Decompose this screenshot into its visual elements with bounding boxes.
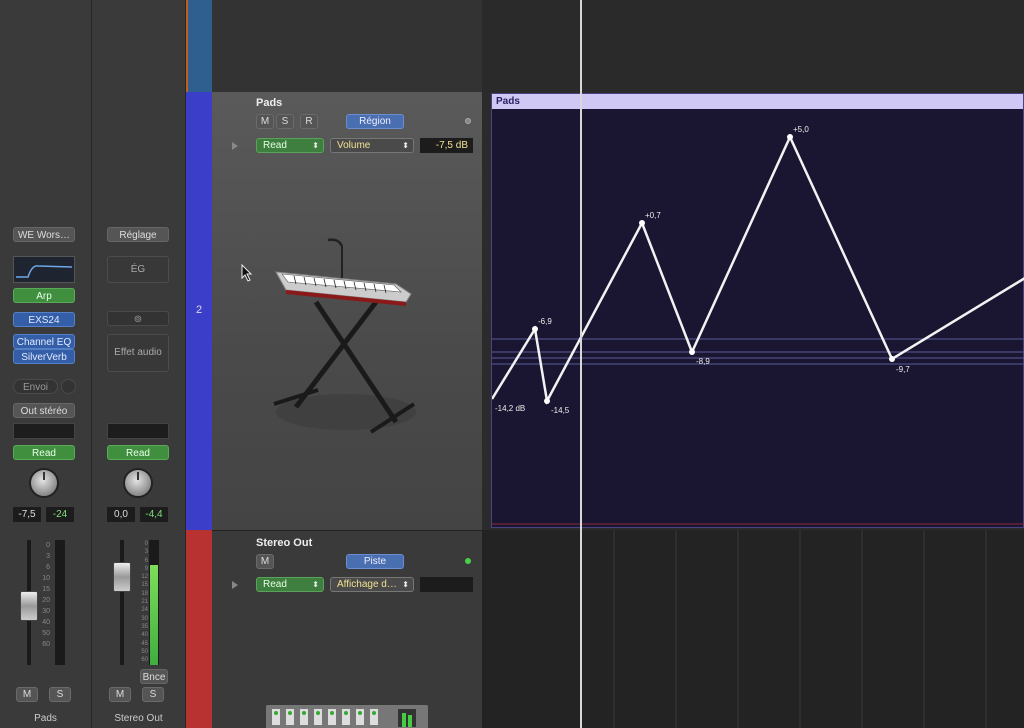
automation-label: -8,9	[696, 357, 710, 366]
automation-label: -9,7	[896, 365, 910, 374]
updown-arrow-icon: ⬍	[312, 580, 319, 589]
automation-node[interactable]	[787, 134, 793, 140]
track-header-stereo-out[interactable]: Stereo Out M Piste Read ⬍ Affichage d… ⬍	[212, 530, 482, 728]
level-meter-fill	[150, 565, 158, 665]
automation-label: -14,5	[551, 406, 570, 415]
strip-name: Stereo Out	[114, 713, 163, 724]
automation-node[interactable]	[639, 220, 645, 226]
automation-node[interactable]	[544, 398, 550, 404]
updown-arrow-icon: ⬍	[402, 580, 409, 589]
region-button[interactable]: Région	[346, 114, 404, 129]
pan-knob[interactable]	[29, 468, 59, 498]
automation-curve	[492, 133, 1024, 405]
eq-curve-icon	[16, 265, 73, 278]
fader-scale: 0 3 6 9 12 15 18 21 24 30 35 40 45 50 60	[141, 541, 148, 664]
channel-strip-stereo-out: Réglage ÉG ⊚ Effet audio Read 0,0 -4,4 0…	[92, 0, 186, 728]
automation-value[interactable]: -7,5 dB	[420, 138, 473, 153]
pan-knob[interactable]	[123, 468, 153, 498]
updown-arrow-icon: ⬍	[402, 141, 409, 150]
freeze-icon[interactable]	[465, 118, 471, 124]
disclosure-triangle-icon[interactable]	[232, 142, 238, 150]
track-button[interactable]: Piste	[346, 554, 404, 569]
peak-value: -4,4	[140, 507, 168, 522]
send-knob-icon[interactable]	[61, 379, 76, 394]
eq-slot[interactable]: ÉG	[107, 256, 169, 283]
level-meter	[149, 540, 159, 665]
eq-thumbnail[interactable]	[13, 256, 75, 283]
automation-parameter-menu[interactable]: Affichage d… ⬍	[330, 577, 414, 592]
volume-value: 0,0	[107, 507, 135, 522]
track-name[interactable]: Stereo Out	[256, 537, 312, 549]
automation-parameter-menu[interactable]: Volume ⬍	[330, 138, 414, 153]
automation-mode-menu[interactable]: Read ⬍	[256, 577, 324, 592]
solo-button[interactable]: S	[49, 687, 71, 702]
send-slot[interactable]: Envoi	[13, 379, 58, 394]
audio-fx-slot[interactable]: Effet audio	[107, 334, 169, 372]
solo-button[interactable]: S	[276, 114, 294, 129]
track-name[interactable]: Pads	[256, 97, 282, 109]
updown-arrow-icon: ⬍	[312, 141, 319, 150]
track-number: 2	[195, 304, 203, 316]
insert-channel-eq[interactable]: Channel EQ	[13, 334, 75, 349]
group-slot[interactable]	[13, 423, 75, 439]
automation-node[interactable]	[689, 349, 695, 355]
mute-button[interactable]: M	[109, 687, 131, 702]
midi-fx-arp[interactable]: Arp	[13, 288, 75, 303]
region-pads[interactable]: Pads -14,2 dB -6,9 -14,5 +0,7 -8,9 +5,0 …	[491, 93, 1024, 528]
automation-mode-menu[interactable]: Read ⬍	[256, 138, 324, 153]
automation-label: +0,7	[645, 211, 661, 220]
volume-fader[interactable]	[20, 591, 38, 621]
automation-value[interactable]	[420, 577, 473, 592]
automation-read-button[interactable]: Read	[107, 445, 169, 460]
automation-node[interactable]	[532, 326, 538, 332]
automation-label: -14,2 dB	[495, 404, 525, 413]
output-button[interactable]: Out stéréo	[13, 403, 75, 418]
level-meter	[55, 540, 65, 665]
mute-button[interactable]: M	[256, 114, 274, 129]
volume-value: -7,5	[13, 507, 41, 522]
solo-button[interactable]: S	[142, 687, 164, 702]
instrument-exs24[interactable]: EXS24	[13, 312, 75, 327]
insert-silververb[interactable]: SilverVerb	[13, 349, 75, 364]
mouse-cursor-icon	[241, 264, 253, 282]
disclosure-triangle-icon[interactable]	[232, 581, 238, 589]
channel-strip-pads: WE Wors… Arp EXS24 Channel EQ SilverVerb…	[0, 0, 92, 728]
status-led-icon	[465, 558, 471, 564]
track-color-top[interactable]	[186, 0, 212, 92]
timeline-grid	[613, 530, 987, 728]
logic-window: WE Wors… Arp EXS24 Channel EQ SilverVerb…	[0, 0, 1024, 728]
peak-value: -24	[46, 507, 74, 522]
track-header-top[interactable]	[212, 0, 482, 92]
link-icon[interactable]: ⊚	[107, 311, 169, 326]
fader-scale: 0 3 6 10 15 20 30 40 50 60	[42, 542, 50, 648]
mute-button[interactable]: M	[16, 687, 38, 702]
playhead[interactable]	[580, 0, 582, 728]
fader-track	[120, 540, 124, 665]
setting-button[interactable]: WE Wors…	[13, 227, 75, 242]
bounce-button[interactable]: Bnce	[140, 669, 168, 684]
group-slot[interactable]	[107, 423, 169, 439]
keyboard-instrument-icon	[273, 238, 416, 434]
volume-fader[interactable]	[113, 562, 131, 592]
strip-name: Pads	[34, 713, 57, 724]
track-header-pads[interactable]: Pads M S R Région Read ⬍ Volume ⬍ -7,5 dB	[212, 92, 482, 530]
track-color-stereo-out[interactable]	[186, 530, 212, 728]
mute-button[interactable]: M	[256, 554, 274, 569]
automation-node[interactable]	[889, 356, 895, 362]
control-surface-icon	[266, 705, 428, 728]
setting-button[interactable]: Réglage	[107, 227, 169, 242]
automation-read-button[interactable]: Read	[13, 445, 75, 460]
arrange-track-stereo-out[interactable]	[482, 530, 1024, 728]
automation-label: -6,9	[538, 317, 552, 326]
record-button[interactable]: R	[300, 114, 318, 129]
automation-lane[interactable]: -14,2 dB -6,9 -14,5 +0,7 -8,9 +5,0 -9,7	[492, 94, 1024, 529]
arrange-track-top[interactable]	[482, 0, 1024, 92]
automation-label: +5,0	[793, 125, 809, 134]
